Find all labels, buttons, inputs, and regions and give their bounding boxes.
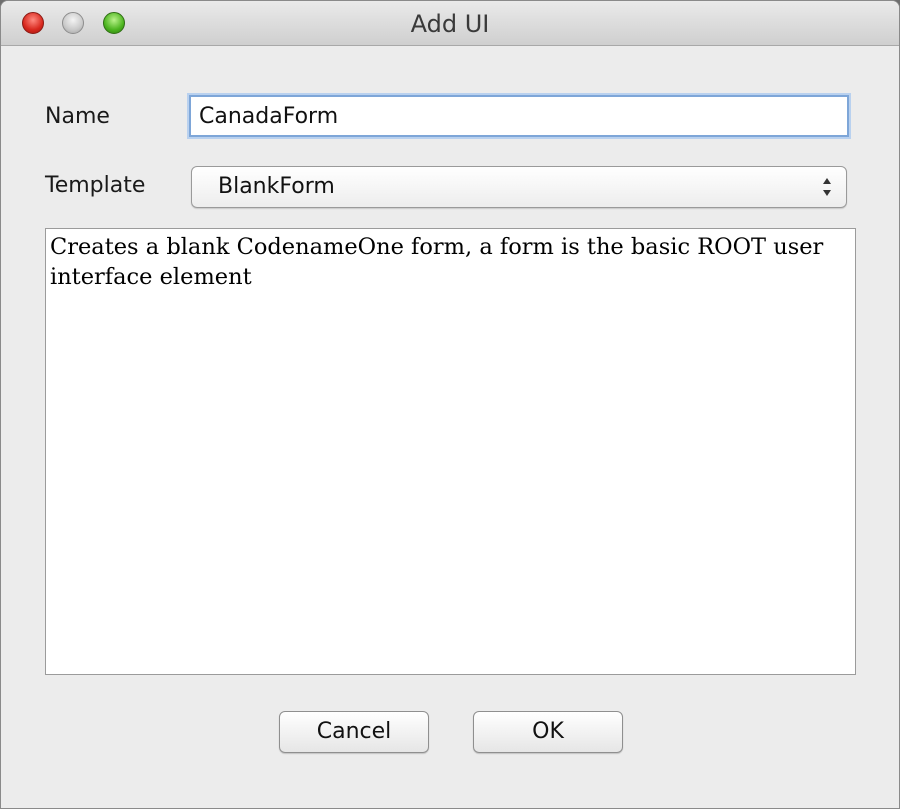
window-title: Add UI: [410, 10, 490, 38]
up-down-arrows-icon: [823, 178, 831, 196]
name-input[interactable]: [189, 95, 849, 137]
template-select[interactable]: BlankForm: [191, 166, 847, 208]
name-label: Name: [45, 104, 110, 129]
ok-button[interactable]: OK: [473, 711, 623, 753]
cancel-button[interactable]: Cancel: [279, 711, 429, 753]
template-selected-value: BlankForm: [218, 174, 335, 199]
template-description: Creates a blank CodenameOne form, a form…: [45, 228, 856, 675]
title-bar[interactable]: Add UI: [1, 1, 899, 46]
template-label: Template: [45, 173, 146, 198]
add-ui-dialog: Add UI Name Template BlankForm Creates a…: [0, 0, 900, 809]
